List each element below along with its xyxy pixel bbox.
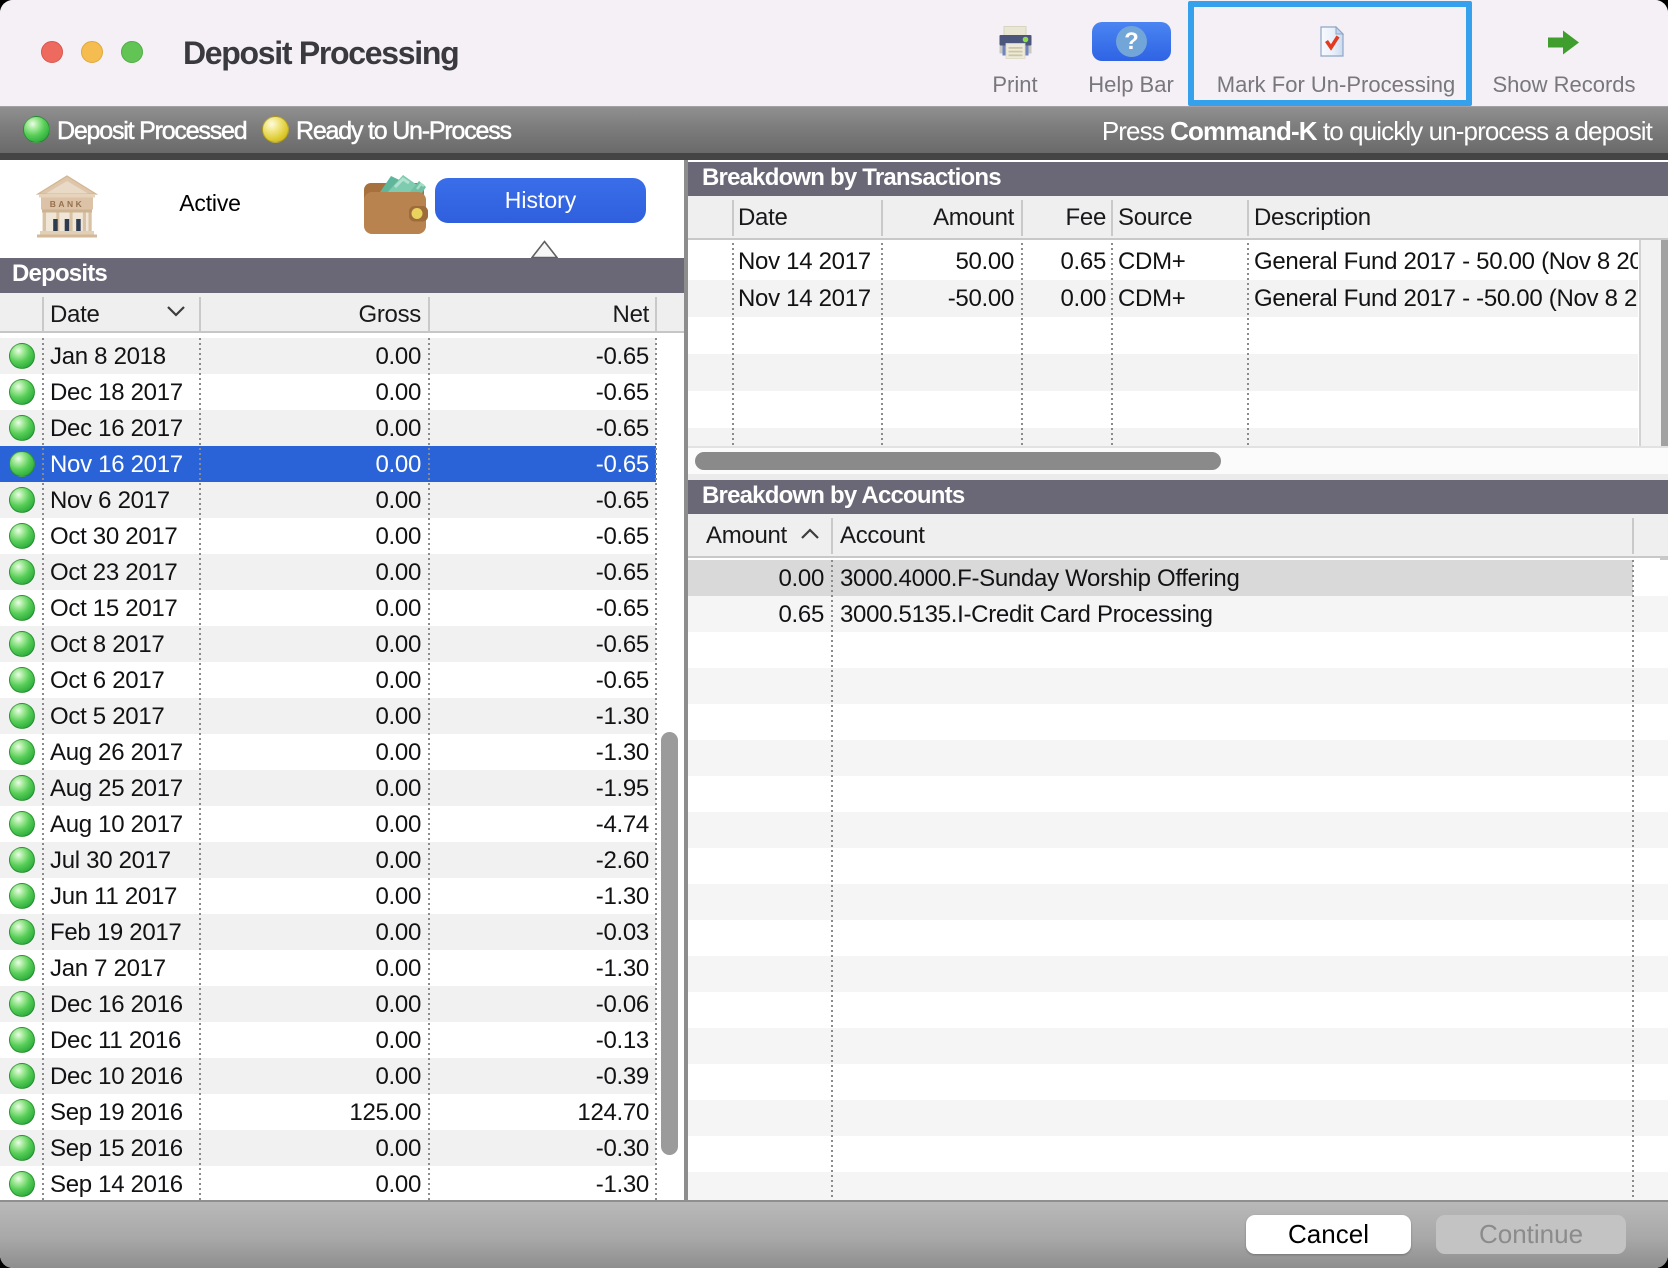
svg-text:BANK: BANK (50, 199, 85, 209)
